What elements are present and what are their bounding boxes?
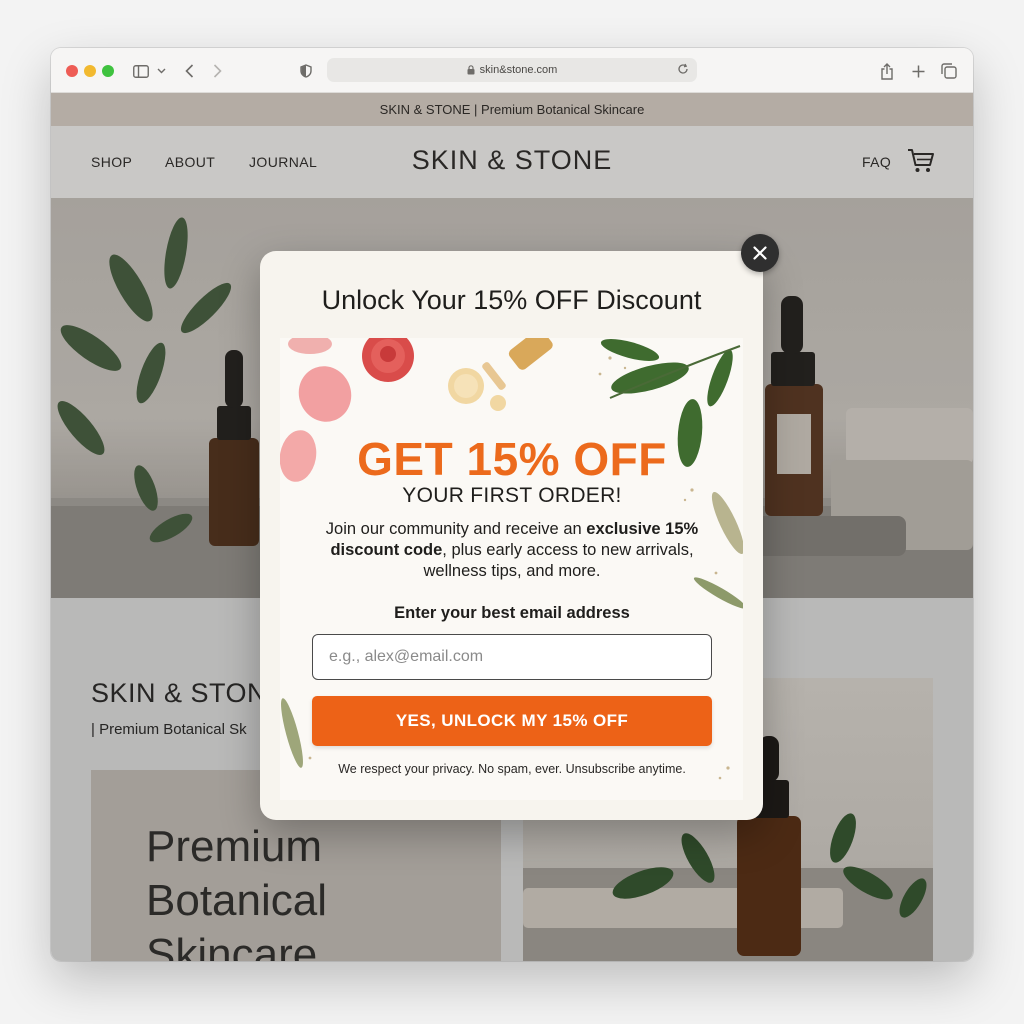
tab-overview-icon[interactable] <box>939 60 959 82</box>
sidebar-toggle-icon[interactable] <box>131 60 151 82</box>
site-header: SHOP ABOUT JOURNAL SKIN & STONE FAQ <box>51 126 973 198</box>
close-modal-button[interactable] <box>741 234 779 272</box>
section-subtitle: | Premium Botanical Sk <box>91 721 247 738</box>
offer-text-bold: exclusive <box>586 520 661 538</box>
zoom-window-button[interactable] <box>102 65 114 77</box>
nav-link-faq[interactable]: FAQ <box>862 154 891 170</box>
lock-icon <box>467 65 475 75</box>
email-label: Enter your best email address <box>394 604 630 622</box>
privacy-shield-icon[interactable] <box>297 60 315 82</box>
back-arrow-icon[interactable] <box>181 60 197 82</box>
reload-icon[interactable] <box>677 63 689 75</box>
share-icon[interactable] <box>877 60 897 82</box>
url-text: skin&stone.com <box>479 64 558 76</box>
offer-subheadline: YOUR FIRST ORDER! <box>402 484 622 507</box>
modal-title: Unlock Your 15% OFF Discount <box>321 285 702 315</box>
email-input[interactable] <box>312 634 712 680</box>
offer-text: , plus early access to new arrivals, wel… <box>423 541 694 580</box>
minimize-window-button[interactable] <box>84 65 96 77</box>
forward-arrow-icon[interactable] <box>209 60 225 82</box>
offer-text: Join our community and receive an <box>325 520 587 538</box>
close-window-button[interactable] <box>66 65 78 77</box>
new-tab-icon[interactable] <box>908 60 928 82</box>
privacy-note: We respect your privacy. No spam, ever. … <box>338 762 686 776</box>
close-icon <box>753 246 767 260</box>
cart-icon[interactable] <box>907 148 935 179</box>
offer-description: Join our community and receive an exclus… <box>322 519 702 582</box>
browser-toolbar: skin&stone.com <box>51 48 973 93</box>
offer-headline: GET 15% OFF <box>357 433 667 485</box>
promo-text: Premium Botanical Skincare <box>146 822 328 961</box>
site-logo[interactable]: SKIN & STONE <box>51 145 973 176</box>
announcement-bar: SKIN & STONE | Premium Botanical Skincar… <box>51 93 973 126</box>
section-title: SKIN & STON <box>91 678 268 708</box>
unlock-discount-button[interactable]: YES, UNLOCK MY 15% OFF <box>312 696 712 746</box>
address-bar[interactable]: skin&stone.com <box>327 58 697 82</box>
chevron-down-icon[interactable] <box>155 60 167 82</box>
